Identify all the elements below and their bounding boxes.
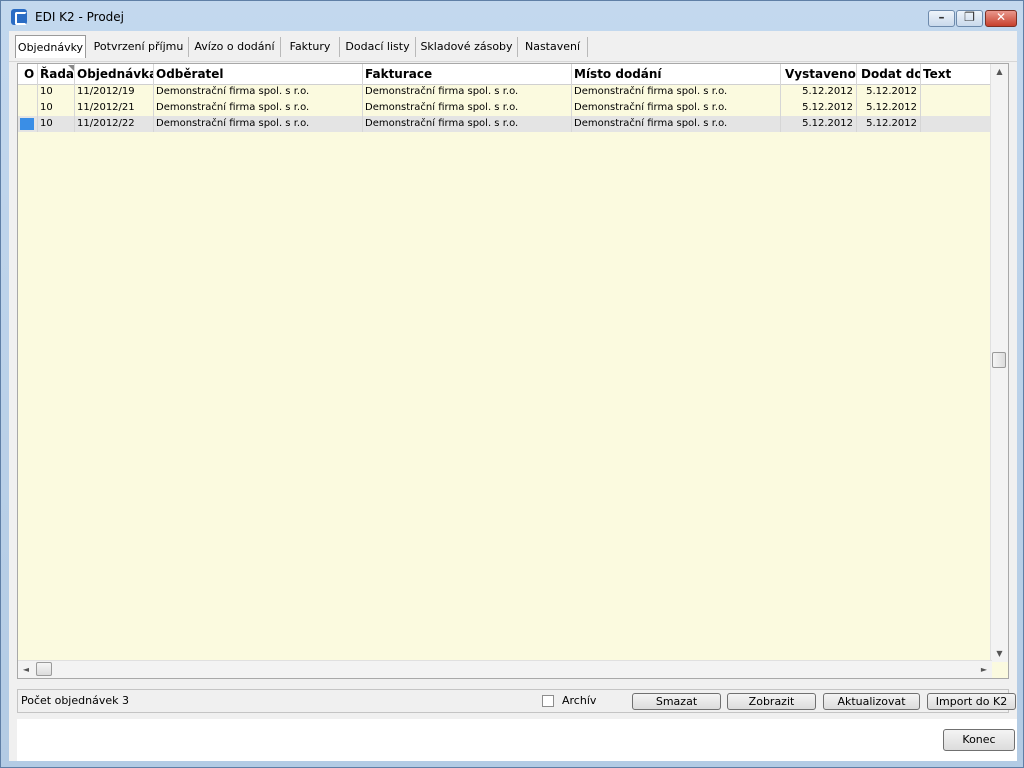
cell-vystaveno[interactable]: 5.12.2012	[781, 116, 857, 132]
cell-dodat-do[interactable]: 5.12.2012	[857, 116, 921, 132]
cell-misto-dodani[interactable]: Demonstrační firma spol. s r.o.	[572, 100, 781, 116]
cell-misto-dodani[interactable]: Demonstrační firma spol. s r.o.	[572, 116, 781, 132]
col-header-odberatel[interactable]: Odběratel	[154, 64, 363, 84]
cell-misto-dodani[interactable]: Demonstrační firma spol. s r.o.	[572, 84, 781, 100]
cell-odberatel[interactable]: Demonstrační firma spol. s r.o.	[154, 84, 363, 100]
table-row[interactable]: 10 11/2012/21 Demonstrační firma spol. s…	[18, 100, 992, 116]
cell-rada[interactable]: 10	[38, 100, 75, 116]
col-header-dodat-do[interactable]: Dodat do	[857, 64, 921, 84]
cell-text[interactable]	[921, 84, 992, 100]
cell-o[interactable]	[18, 116, 38, 132]
cell-dodat-do[interactable]: 5.12.2012	[857, 84, 921, 100]
cell-text[interactable]	[921, 116, 992, 132]
tab-dodaci-listy[interactable]: Dodací listy	[340, 37, 416, 57]
restore-icon: ❐	[964, 10, 975, 24]
cell-objednavka[interactable]: 11/2012/22	[75, 116, 154, 132]
close-window-button[interactable]: ✕	[985, 10, 1017, 27]
delete-button[interactable]: Smazat	[632, 693, 721, 710]
cell-fakturace[interactable]: Demonstrační firma spol. s r.o.	[363, 116, 572, 132]
table-row[interactable]: 10 11/2012/19 Demonstrační firma spol. s…	[18, 84, 992, 100]
close-icon: ✕	[995, 10, 1007, 24]
restore-button[interactable]: ❐	[956, 10, 983, 27]
horizontal-scroll-thumb[interactable]	[36, 662, 52, 676]
minimize-icon: –	[938, 10, 945, 24]
tab-potvrzeni-prijmu[interactable]: Potvrzení příjmu	[89, 37, 189, 57]
order-count: Počet objednávek 3	[21, 694, 129, 707]
tab-objednavky[interactable]: Objednávky	[15, 35, 86, 58]
cell-odberatel[interactable]: Demonstrační firma spol. s r.o.	[154, 116, 363, 132]
scroll-down-icon[interactable]: ▼	[991, 646, 1008, 662]
cell-vystaveno[interactable]: 5.12.2012	[781, 84, 857, 100]
cell-vystaveno[interactable]: 5.12.2012	[781, 100, 857, 116]
vertical-scroll-thumb[interactable]	[992, 352, 1006, 368]
archive-label[interactable]: Archív	[562, 694, 596, 707]
close-button[interactable]: Konec	[943, 729, 1015, 751]
table-row-selected[interactable]: 10 11/2012/22 Demonstrační firma spol. s…	[18, 116, 992, 132]
status-bar: Počet objednávek 3 Archív Smazat Zobrazi…	[17, 689, 1016, 713]
scroll-right-icon[interactable]: ►	[976, 661, 992, 678]
cell-objednavka[interactable]: 11/2012/19	[75, 84, 154, 100]
sort-indicator-icon	[68, 65, 74, 71]
client-area: Objednávky Potvrzení příjmu Avízo o dodá…	[9, 31, 1017, 761]
col-header-fakturace[interactable]: Fakturace	[363, 64, 572, 84]
col-header-objednavka[interactable]: Objednávka	[75, 64, 154, 84]
cell-rada[interactable]: 10	[38, 84, 75, 100]
grid-rows: 10 11/2012/19 Demonstrační firma spol. s…	[18, 84, 992, 132]
app-window: EDI K2 - Prodej – ❐ ✕ Objednávky Potvrze…	[0, 0, 1024, 768]
archive-checkbox[interactable]	[542, 695, 554, 707]
scroll-up-icon[interactable]: ▲	[991, 64, 1008, 80]
cell-o[interactable]	[18, 84, 38, 100]
row-marker-icon	[20, 118, 34, 130]
grid-header: O Řada Objednávka Odběratel Fakturace Mí…	[18, 64, 992, 85]
window-title: EDI K2 - Prodej	[35, 10, 125, 24]
scroll-left-icon[interactable]: ◄	[18, 661, 34, 678]
col-header-rada[interactable]: Řada	[38, 64, 75, 84]
minimize-button[interactable]: –	[928, 10, 955, 27]
cell-dodat-do[interactable]: 5.12.2012	[857, 100, 921, 116]
tab-avizo-o-dodani[interactable]: Avízo o dodání	[189, 37, 281, 57]
cell-fakturace[interactable]: Demonstrační firma spol. s r.o.	[363, 100, 572, 116]
tab-nastaveni[interactable]: Nastavení	[518, 37, 588, 57]
cell-odberatel[interactable]: Demonstrační firma spol. s r.o.	[154, 100, 363, 116]
import-button[interactable]: Import do K2	[927, 693, 1016, 710]
tab-skladove-zasoby[interactable]: Skladové zásoby	[416, 37, 518, 57]
col-header-misto-dodani[interactable]: Místo dodání	[572, 64, 781, 84]
tab-strip: Objednávky Potvrzení příjmu Avízo o dodá…	[9, 31, 1017, 62]
footer-panel: Konec	[17, 719, 1017, 761]
vertical-scrollbar[interactable]: ▲ ▼	[990, 64, 1008, 662]
col-header-vystaveno[interactable]: Vystaveno	[781, 64, 857, 84]
show-button[interactable]: Zobrazit	[727, 693, 816, 710]
col-header-o[interactable]: O	[18, 64, 38, 84]
cell-text[interactable]	[921, 100, 992, 116]
cell-fakturace[interactable]: Demonstrační firma spol. s r.o.	[363, 84, 572, 100]
cell-rada[interactable]: 10	[38, 116, 75, 132]
title-bar[interactable]: EDI K2 - Prodej – ❐ ✕	[1, 1, 1023, 31]
refresh-button[interactable]: Aktualizovat	[823, 693, 920, 710]
col-header-text[interactable]: Text	[921, 64, 992, 84]
horizontal-scrollbar[interactable]: ◄ ►	[18, 660, 992, 678]
cell-objednavka[interactable]: 11/2012/21	[75, 100, 154, 116]
tab-faktury[interactable]: Faktury	[281, 37, 340, 57]
app-logo-icon	[11, 9, 27, 25]
cell-o[interactable]	[18, 100, 38, 116]
orders-grid[interactable]: O Řada Objednávka Odběratel Fakturace Mí…	[17, 63, 1009, 679]
